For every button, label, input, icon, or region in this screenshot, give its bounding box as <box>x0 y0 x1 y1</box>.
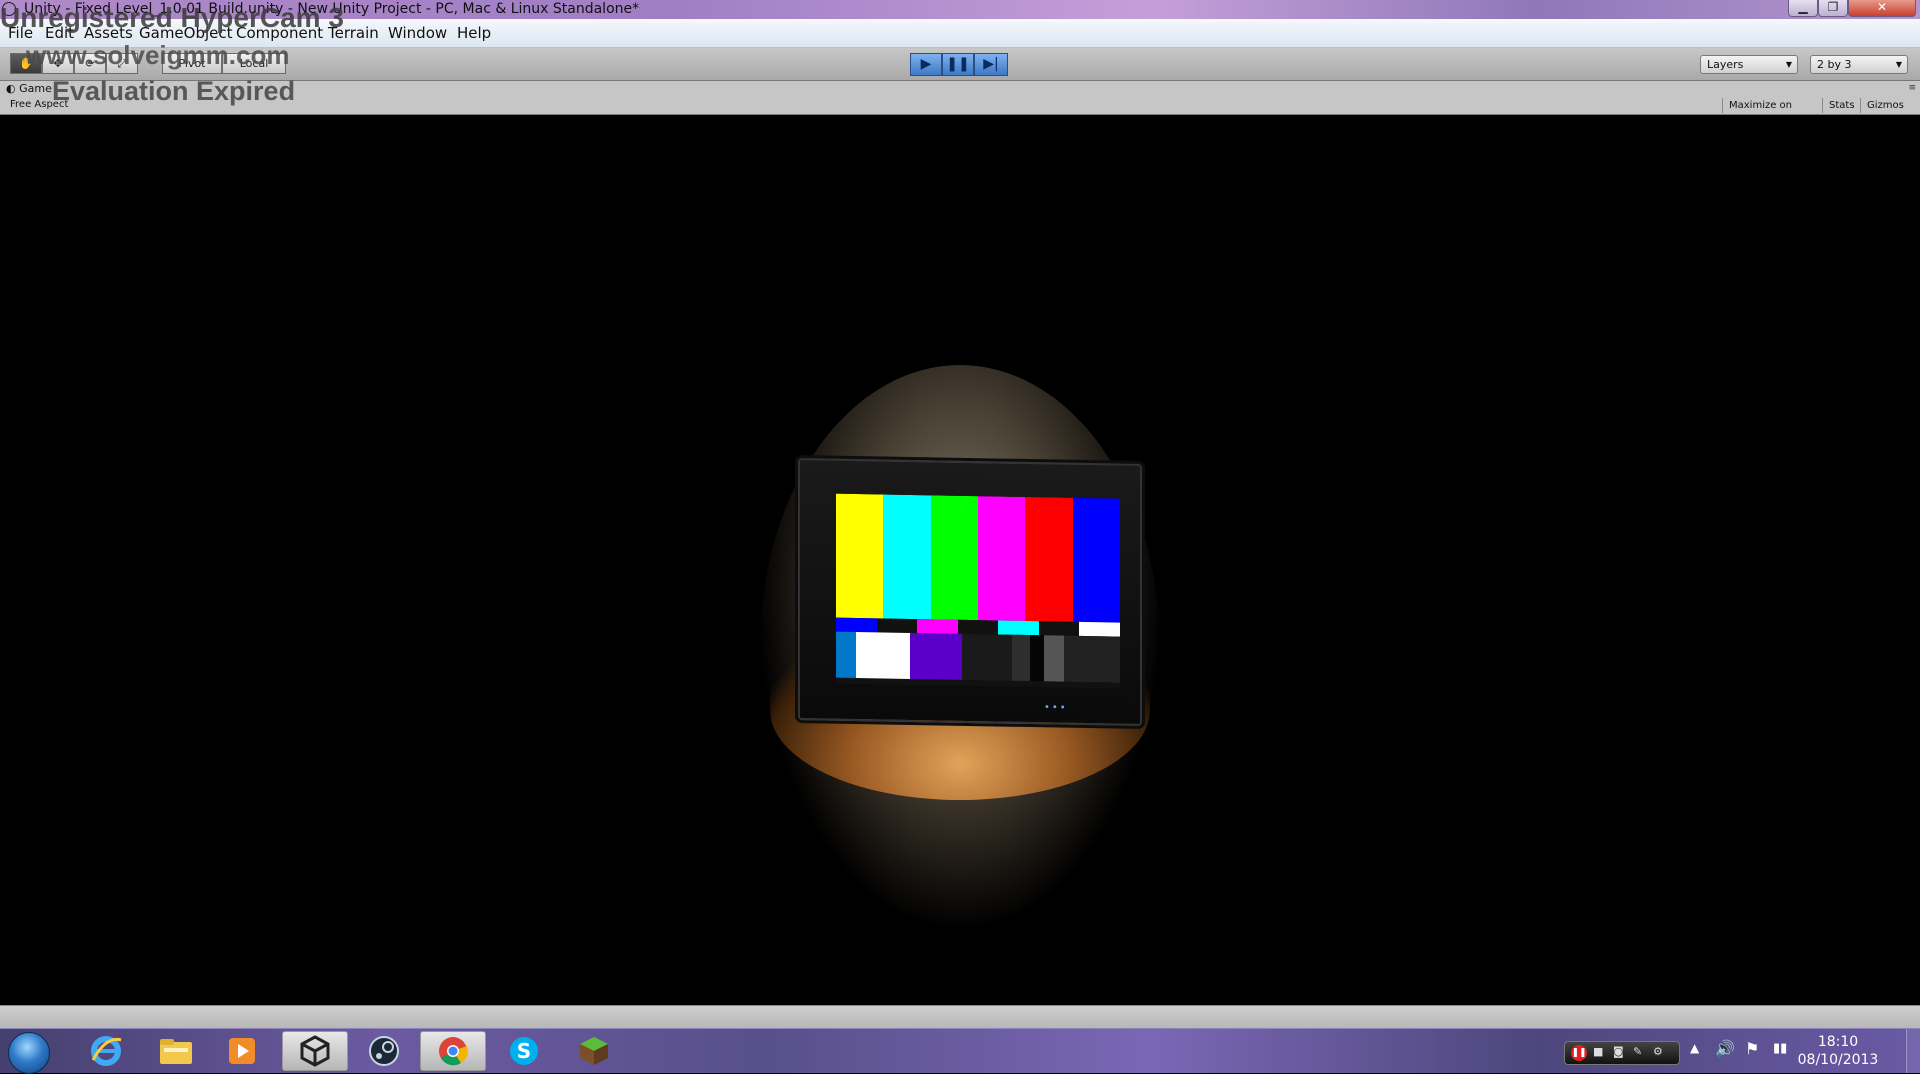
chrome-icon <box>439 1037 468 1066</box>
media-player-icon <box>229 1038 255 1064</box>
svg-text:S: S <box>517 1039 531 1063</box>
color-bars-low <box>836 631 1120 683</box>
skype-button[interactable]: S <box>494 1031 554 1071</box>
color-bar <box>1079 621 1120 637</box>
tray-expand-icon[interactable]: ▲ <box>1690 1041 1699 1055</box>
clock-time: 18:10 <box>1817 1034 1859 1050</box>
minimize-button[interactable]: ▁ <box>1788 0 1818 17</box>
color-bar <box>876 618 918 634</box>
chrome-button[interactable] <box>420 1031 486 1071</box>
game-viewport[interactable]: ••• <box>0 115 1920 1005</box>
show-desktop-button[interactable] <box>1906 1029 1920 1073</box>
settings-icon[interactable]: ⚙ <box>1653 1045 1663 1058</box>
color-bar <box>836 617 877 633</box>
mic-mute-icon[interactable]: ✎ <box>1633 1045 1642 1058</box>
color-bar <box>910 632 962 680</box>
gizmos-dropdown[interactable]: Gizmos <box>1860 98 1916 113</box>
color-bar <box>1038 621 1080 636</box>
color-bar <box>1064 635 1120 683</box>
color-bar <box>1030 635 1044 682</box>
watermark-url: www.solveigmm.com <box>26 40 290 70</box>
menu-help[interactable]: Help <box>457 19 491 47</box>
chevron-down-icon: ▼ <box>1895 60 1902 69</box>
color-bar <box>836 631 856 679</box>
windows-taskbar: S ❚❚ ■ ◙ ✎ ⚙ ▲ 🔊 ⚑ ▮▮ 18:10 08/10/2013 <box>0 1028 1920 1074</box>
watermark-title: Unregistered HyperCam 3 <box>0 2 344 33</box>
tv-indicator-lights: ••• <box>1044 702 1068 714</box>
color-bar <box>1044 635 1064 682</box>
close-button[interactable]: ✕ <box>1848 0 1916 17</box>
color-bar <box>917 619 958 634</box>
unity-icon <box>300 1035 330 1067</box>
action-center-icon[interactable]: ⚑ <box>1745 1039 1759 1058</box>
layers-dropdown[interactable]: Layers ▼ <box>1700 55 1798 74</box>
television: ••• <box>798 457 1142 727</box>
unity-button[interactable] <box>282 1031 348 1071</box>
layers-label: Layers <box>1707 58 1744 71</box>
color-bar <box>1025 496 1073 622</box>
maximize-on-play-toggle[interactable]: Maximize on Play <box>1722 98 1822 126</box>
color-bar <box>962 633 1012 681</box>
network-icon[interactable]: ▮▮ <box>1773 1041 1787 1056</box>
watermark-status: Evaluation Expired <box>52 76 296 106</box>
maximize-button[interactable]: ❐ <box>1818 0 1848 17</box>
color-bar <box>998 620 1039 636</box>
file-explorer-icon <box>160 1039 192 1064</box>
steam-icon <box>369 1036 399 1066</box>
hypercam-controls[interactable]: ❚❚ ■ ◙ ✎ ⚙ <box>1564 1041 1680 1065</box>
play-button[interactable]: ▶ <box>910 53 942 76</box>
panel-menu-icon[interactable]: ≡ <box>1908 83 1916 93</box>
layout-label: 2 by 3 <box>1817 58 1852 71</box>
record-pause-icon[interactable]: ❚❚ <box>1571 1045 1587 1061</box>
stats-toggle[interactable]: Stats <box>1822 98 1860 113</box>
tv-screen <box>836 493 1120 689</box>
color-bar <box>883 494 931 620</box>
internet-explorer-icon <box>91 1036 122 1066</box>
color-bar <box>1072 497 1120 623</box>
tab-game-label: Game <box>19 82 52 95</box>
step-button[interactable]: ▶| <box>974 53 1008 76</box>
pause-button[interactable]: ❚❚ <box>942 53 974 76</box>
game-icon: ◐ <box>6 82 16 95</box>
color-bar <box>856 632 910 679</box>
color-bar <box>977 496 1026 621</box>
volume-icon[interactable]: 🔊 <box>1715 1039 1735 1058</box>
color-bars-top <box>836 493 1120 623</box>
color-bar <box>1012 634 1030 682</box>
system-clock[interactable]: 18:10 08/10/2013 <box>1788 1033 1888 1069</box>
clock-date: 08/10/2013 <box>1797 1052 1879 1068</box>
minecraft-icon <box>580 1037 608 1065</box>
camera-icon[interactable]: ◙ <box>1613 1045 1624 1058</box>
media-player-button[interactable] <box>212 1031 272 1071</box>
stop-icon[interactable]: ■ <box>1593 1045 1603 1058</box>
internet-explorer-button[interactable] <box>76 1031 136 1071</box>
menu-window[interactable]: Window <box>388 19 447 47</box>
chevron-down-icon: ▼ <box>1785 60 1792 69</box>
color-bar <box>836 493 884 619</box>
color-bar <box>930 495 978 621</box>
tab-game[interactable]: ◐ Game <box>6 81 52 97</box>
color-bar <box>957 619 999 635</box>
layout-dropdown[interactable]: 2 by 3 ▼ <box>1810 55 1908 74</box>
steam-button[interactable] <box>354 1031 414 1071</box>
start-button[interactable] <box>8 1032 50 1074</box>
skype-icon: S <box>510 1037 538 1065</box>
minecraft-button[interactable] <box>564 1031 624 1071</box>
status-bar <box>0 1005 1920 1029</box>
file-explorer-button[interactable] <box>146 1031 206 1071</box>
